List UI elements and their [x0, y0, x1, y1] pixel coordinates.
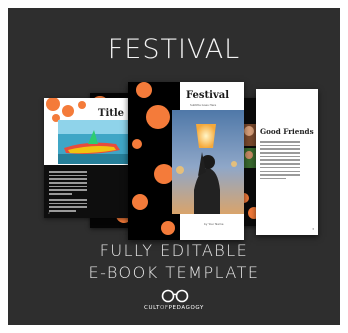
headline: FESTIVAL	[107, 34, 241, 65]
tagline-line-1: FULLY EDITABLE	[99, 241, 249, 260]
ebook-page-good-friends: Good Friends 3	[256, 89, 318, 235]
lantern-photo	[172, 110, 244, 214]
brand-of: OF	[159, 305, 169, 311]
promo-frame: FESTIVAL Title 2 Good Friends 3 Festival…	[8, 8, 340, 325]
cover-title: Festival	[186, 90, 230, 101]
page-number: 2	[48, 211, 50, 215]
text-area	[44, 165, 136, 218]
page-title: Title	[98, 108, 125, 119]
brand-pedagogy: PEDAGOGY	[168, 305, 204, 311]
brand-logo-text: CULTOFPEDAGOGY	[8, 305, 340, 311]
boat-photo	[58, 120, 132, 164]
ebook-page-title: Title 2	[44, 98, 136, 218]
brand-cult: CULT	[144, 305, 160, 311]
page-number: 3	[312, 227, 314, 231]
ebook-cover: Festival Subtitle Goes Here by Your Name	[128, 82, 244, 240]
cover-subtitle: Subtitle Goes Here	[190, 103, 217, 107]
cover-byline: by Your Name	[204, 222, 224, 226]
glasses-logo-icon	[161, 289, 189, 303]
tagline-line-2: E-BOOK TEMPLATE	[88, 263, 260, 282]
page-title: Good Friends	[260, 127, 314, 136]
